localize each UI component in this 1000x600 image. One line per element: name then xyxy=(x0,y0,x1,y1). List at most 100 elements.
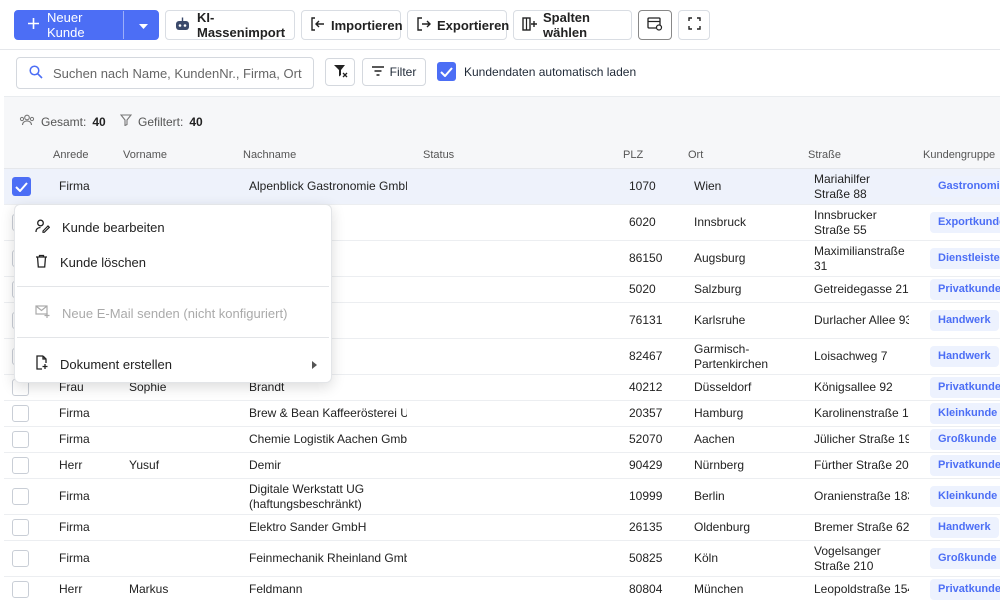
search-input[interactable] xyxy=(53,65,303,81)
cell-plz: 26135 xyxy=(629,520,663,534)
column-header-plz[interactable]: PLZ xyxy=(623,149,643,161)
column-header-nachname[interactable]: Nachname xyxy=(243,149,296,161)
column-header-ort[interactable]: Ort xyxy=(688,149,703,161)
cell-vorname xyxy=(129,169,239,204)
cell-status xyxy=(429,577,619,600)
cell-status xyxy=(429,169,619,204)
ai-import-button[interactable]: KI-Massenimport xyxy=(165,10,295,40)
search-icon xyxy=(29,64,43,82)
cell-ort: Köln xyxy=(694,551,719,565)
context-menu: Kunde bearbeiten Kunde löschen Neue E-Ma… xyxy=(14,204,332,383)
new-customer-button[interactable]: Neuer Kunde xyxy=(14,10,159,40)
new-customer-label: Neuer Kunde xyxy=(47,10,85,40)
row-checkbox[interactable] xyxy=(12,457,29,474)
table-row[interactable]: Firma Brew & Bean Kaffeerösterei UG 2035… xyxy=(4,401,1000,427)
cell-nachname: Digitale Werkstatt UG (haftungsbeschränk… xyxy=(249,481,365,511)
column-header-anrede[interactable]: Anrede xyxy=(53,149,88,161)
clear-filter-button[interactable] xyxy=(325,58,355,86)
import-label: Importieren xyxy=(331,17,403,33)
column-header-strasse[interactable]: Straße xyxy=(808,149,841,161)
plus-icon xyxy=(27,17,40,33)
column-header-kundengruppe[interactable]: Kundengruppe xyxy=(923,149,995,161)
document-add-icon xyxy=(35,355,48,373)
cell-strasse: Karolinenstraße 12 xyxy=(814,406,909,420)
cell-status xyxy=(429,375,619,400)
export-button[interactable]: Exportieren xyxy=(407,10,509,40)
cell-strasse: Loisachweg 7 xyxy=(814,349,888,363)
cell-nachname: Alpenblick Gastronomie GmbH xyxy=(249,179,407,193)
menu-item-delete-customer[interactable]: Kunde löschen xyxy=(15,247,333,277)
row-checkbox[interactable] xyxy=(12,177,31,196)
fullscreen-icon xyxy=(687,17,701,33)
view-settings-button[interactable] xyxy=(638,10,672,40)
cell-strasse: Bremer Straße 62 xyxy=(814,520,909,534)
cell-vorname: Yusuf xyxy=(129,458,160,472)
cell-vorname xyxy=(129,515,239,540)
table-row[interactable]: Firma Alpenblick Gastronomie GmbH 1070 W… xyxy=(4,169,1000,205)
cell-plz: 40212 xyxy=(629,380,663,394)
table-row[interactable]: Firma Feinmechanik Rheinland GmbH 50825 … xyxy=(4,541,1000,577)
cell-vorname xyxy=(129,479,239,514)
cell-status xyxy=(429,453,619,478)
menu-item-edit-customer[interactable]: Kunde bearbeiten xyxy=(15,212,333,242)
cell-plz: 6020 xyxy=(629,215,656,229)
import-button[interactable]: Importieren xyxy=(301,10,403,40)
customer-group-badge: Großkunde xyxy=(930,548,1000,569)
cell-strasse: Oranienstraße 183 xyxy=(814,489,909,503)
row-checkbox[interactable] xyxy=(12,488,29,505)
table-row[interactable]: Firma Chemie Logistik Aachen GmbH 52070 … xyxy=(4,427,1000,453)
table-row[interactable]: Herr Yusuf Demir 90429 Nürnberg Fürther … xyxy=(4,453,1000,479)
total-count: Gesamt: 40 xyxy=(19,114,106,129)
table-header: Anrede Vorname Nachname Status PLZ Ort S… xyxy=(4,142,1000,169)
cell-nachname: Brew & Bean Kaffeerösterei UG xyxy=(249,406,407,420)
menu-item-create-document[interactable]: Dokument erstellen xyxy=(15,349,333,379)
customer-group-badge: Privatkunde xyxy=(930,455,1000,476)
cell-plz: 20357 xyxy=(629,406,663,420)
cell-ort: Berlin xyxy=(694,489,725,503)
choose-columns-button[interactable]: Spalten wählen xyxy=(513,10,632,40)
cell-anrede: Firma xyxy=(59,406,90,420)
filter-button[interactable]: Filter xyxy=(362,58,426,86)
row-checkbox[interactable] xyxy=(12,519,29,536)
menu-divider xyxy=(17,286,329,287)
cell-plz: 10999 xyxy=(629,489,663,503)
cell-status xyxy=(429,303,619,338)
cell-status xyxy=(429,241,619,276)
ai-import-label: KI-Massenimport xyxy=(197,10,286,40)
column-header-vorname[interactable]: Vorname xyxy=(123,149,167,161)
caret-down-icon xyxy=(139,18,149,33)
cell-strasse: Jülicher Straße 19 xyxy=(814,432,909,446)
menu-item-delete-label: Kunde löschen xyxy=(60,254,147,270)
cell-ort: München xyxy=(694,582,744,596)
row-checkbox[interactable] xyxy=(12,431,29,448)
autoload-checkbox[interactable] xyxy=(437,62,456,81)
row-checkbox[interactable] xyxy=(12,550,29,567)
cell-nachname: Elektro Sander GmbH xyxy=(249,520,367,534)
cell-plz: 76131 xyxy=(629,313,663,327)
cell-nachname: Demir xyxy=(249,458,281,472)
row-checkbox[interactable] xyxy=(12,581,29,598)
table-row[interactable]: Firma Digitale Werkstatt UG (haftungsbes… xyxy=(4,479,1000,515)
table-settings-icon xyxy=(647,16,663,34)
cell-strasse: Maximilianstraße 31 xyxy=(814,243,905,273)
cell-status xyxy=(429,541,619,576)
customer-group-badge: Kleinkunde xyxy=(930,486,1000,507)
table-row[interactable]: Herr Markus Feldmann 80804 München Leopo… xyxy=(4,577,1000,600)
cell-strasse: Leopoldstraße 154 xyxy=(814,582,909,596)
filtered-value: 40 xyxy=(189,114,203,129)
column-header-status[interactable]: Status xyxy=(423,149,454,161)
row-checkbox[interactable] xyxy=(12,405,29,422)
cell-ort: Wien xyxy=(694,179,722,193)
cell-strasse: Getreidegasse 21 xyxy=(814,282,909,296)
customer-group-badge: Privatkunde xyxy=(930,377,1000,398)
cell-plz: 90429 xyxy=(629,458,663,472)
cell-strasse: Innsbrucker Straße 55 xyxy=(814,207,877,237)
cell-anrede: Firma xyxy=(59,179,90,193)
cell-strasse: Königsallee 92 xyxy=(814,380,893,394)
fullscreen-button[interactable] xyxy=(678,10,710,40)
filter-lines-icon xyxy=(371,65,384,79)
new-customer-dropdown-toggle[interactable] xyxy=(130,11,158,39)
filter-label: Filter xyxy=(389,65,417,79)
table-row[interactable]: Firma Elektro Sander GmbH 26135 Oldenbur… xyxy=(4,515,1000,541)
customer-group-badge: Exportkunde xyxy=(930,212,1000,233)
